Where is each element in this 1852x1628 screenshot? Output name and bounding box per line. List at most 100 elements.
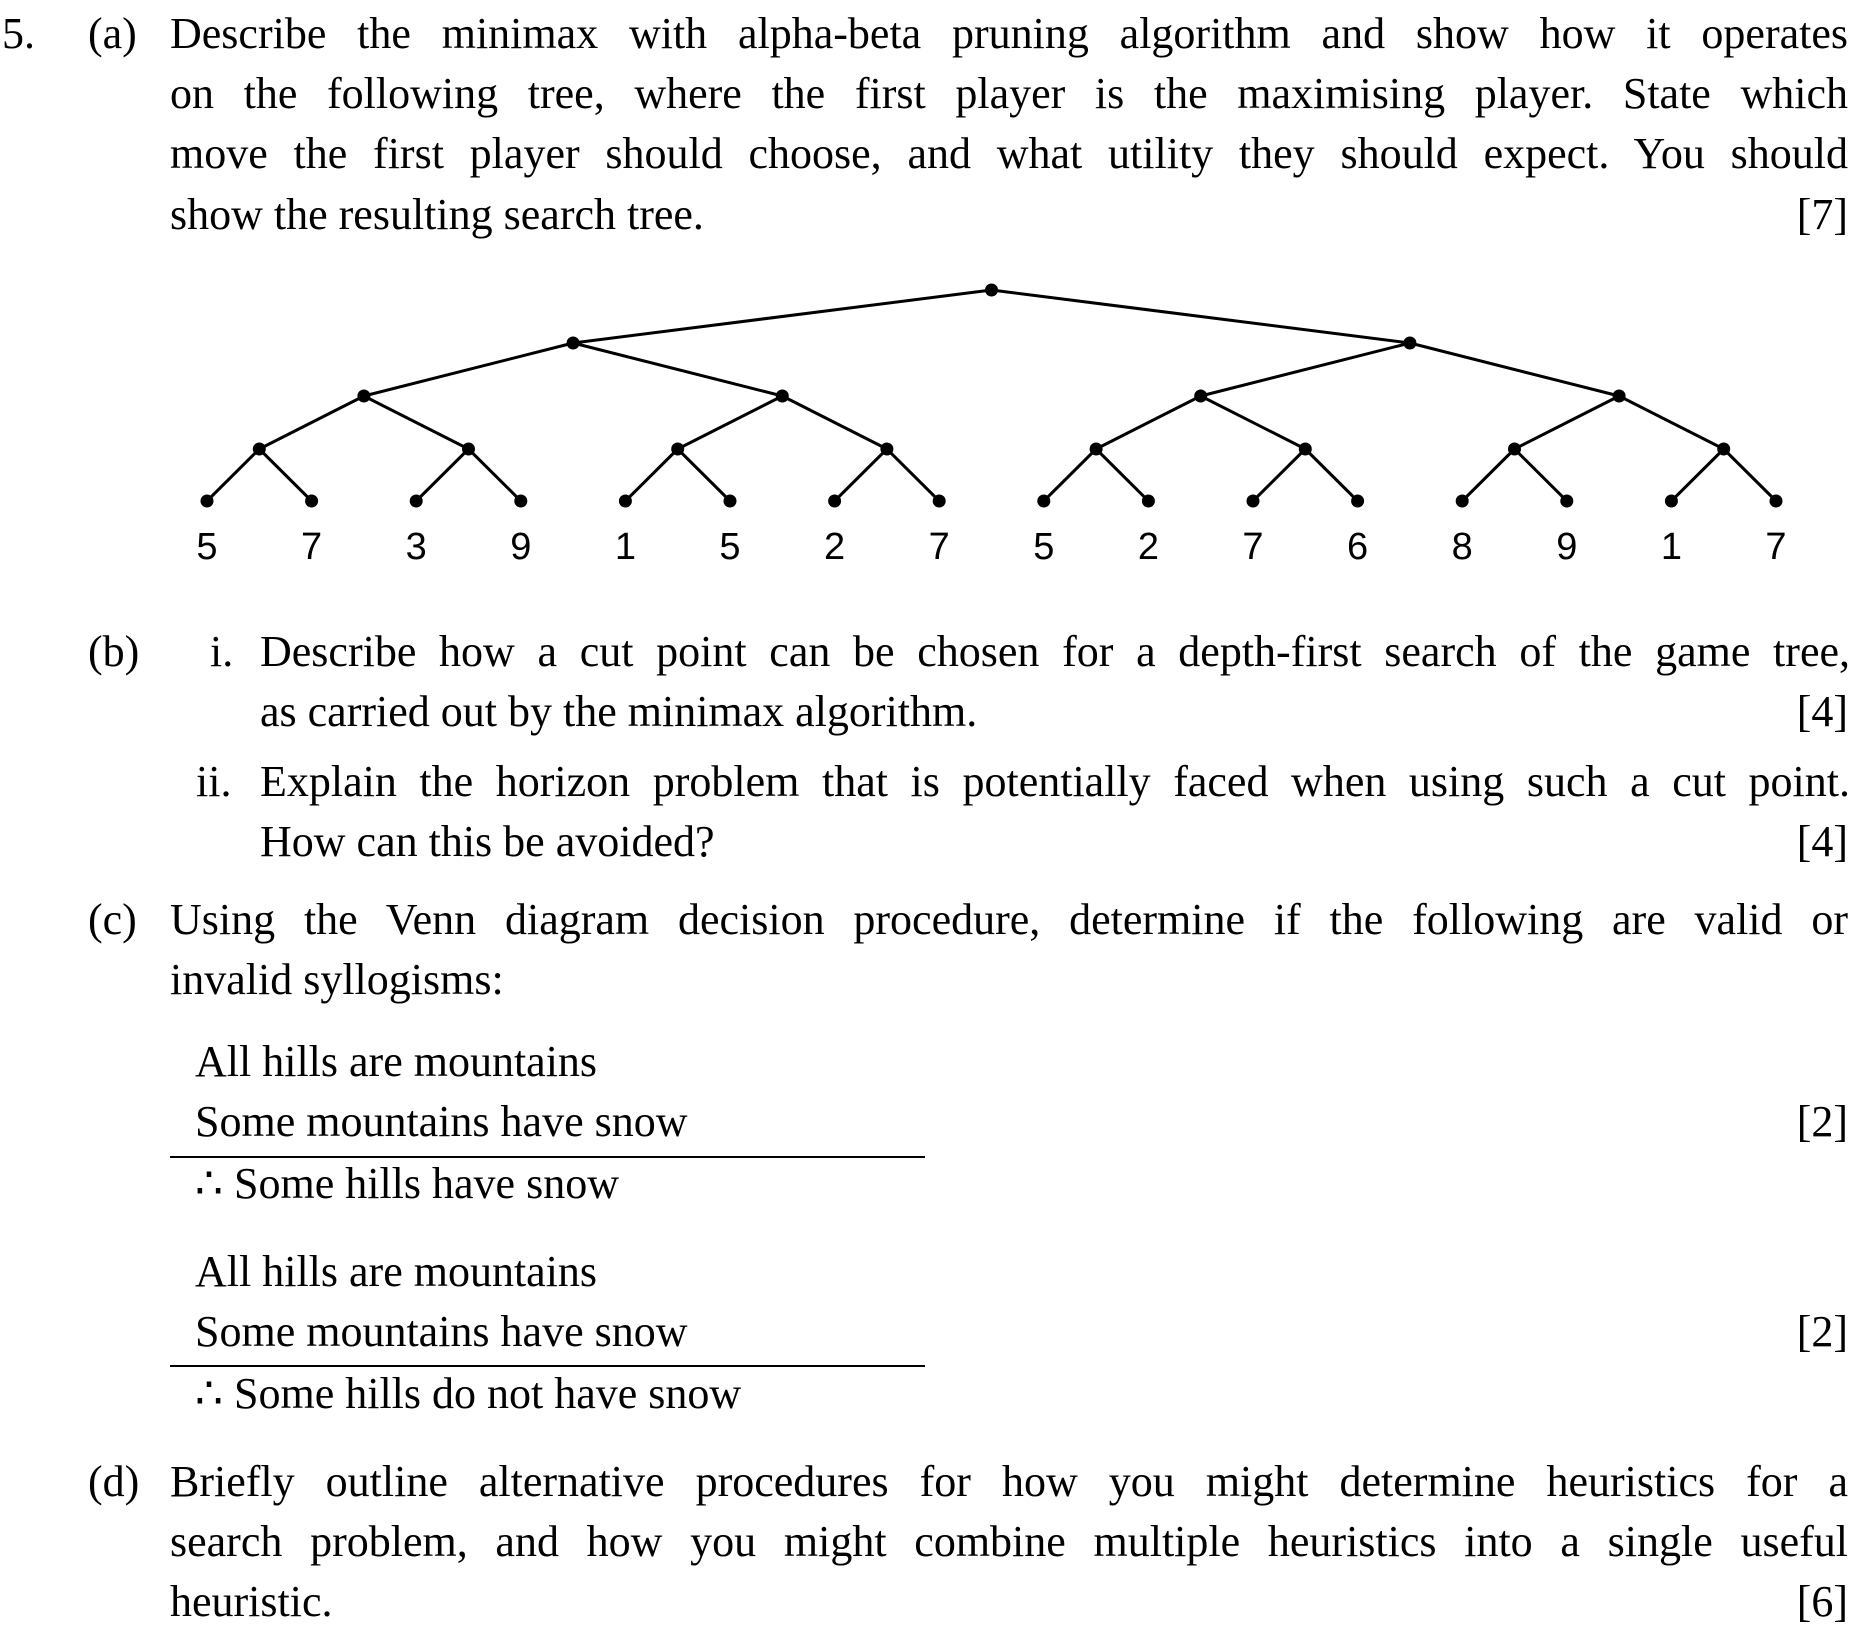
tree-edge xyxy=(572,341,783,398)
part-a-line: on the following tree, where the first p… xyxy=(170,69,1848,118)
part-c-line: Using the Venn diagram decision procedur… xyxy=(170,895,1848,944)
part-b-ii-line: How can this be avoided? xyxy=(260,817,715,866)
tree-leaf-node xyxy=(1246,494,1260,508)
syllogism-2-premise-2: Some mountains have snow xyxy=(195,1307,688,1356)
part-a-marks: [7] xyxy=(1796,190,1848,239)
tree-leaf-node xyxy=(200,494,214,508)
part-c-line: invalid syllogisms: xyxy=(170,955,504,1004)
tree-node xyxy=(1089,442,1103,456)
tree-leaf-node xyxy=(1664,494,1678,508)
part-d-line: Briefly outline alternative procedures f… xyxy=(170,1457,1848,1506)
part-a-line: move the first player should choose, and… xyxy=(170,129,1848,178)
leaf-utility-label: 7 xyxy=(301,526,322,568)
part-b-i-marks: [4] xyxy=(1796,687,1848,736)
tree-node xyxy=(775,389,789,403)
leaf-utility-label: 5 xyxy=(1033,526,1054,568)
tree-edge xyxy=(258,447,313,503)
tree-node xyxy=(1403,336,1417,350)
tree-node xyxy=(1298,442,1312,456)
tree-leaf-node xyxy=(1560,494,1574,508)
tree-edge xyxy=(1409,341,1620,398)
tree-edge xyxy=(1200,394,1306,451)
syllogism-2-premise-1: All hills are mountains xyxy=(195,1247,598,1296)
tree-edge xyxy=(1618,394,1725,451)
part-a-line: show the resulting search tree. xyxy=(170,190,704,239)
tree-leaf-node xyxy=(1141,494,1155,508)
tree-edge xyxy=(1722,447,1778,503)
tree-edge xyxy=(1042,447,1098,503)
part-b-ii-line: Explain the horizon problem that is pote… xyxy=(260,757,1850,806)
tree-edge xyxy=(677,394,783,451)
tree-node xyxy=(357,389,371,403)
leaf-utility-label: 6 xyxy=(1347,526,1368,568)
tree-edge xyxy=(572,288,992,345)
part-b-ii-marks: [4] xyxy=(1796,817,1848,866)
part-c-label: (c) xyxy=(88,895,137,944)
leaf-utility-label: 7 xyxy=(1765,526,1786,568)
tree-edge xyxy=(467,447,522,503)
tree-node xyxy=(566,336,580,350)
syllogism-1-premise-2: Some mountains have snow xyxy=(195,1097,688,1146)
tree-leaf-node xyxy=(1037,494,1051,508)
tree-leaf-node xyxy=(514,494,528,508)
tree-edge xyxy=(1513,394,1620,451)
tree-edge xyxy=(1670,447,1725,503)
part-b-label: (b) xyxy=(88,627,140,676)
tree-leaf-node xyxy=(305,494,319,508)
leaf-utility-label: 2 xyxy=(1138,526,1159,568)
part-b-i-line: as carried out by the minimax algorithm. xyxy=(260,687,978,736)
tree-node xyxy=(1194,389,1208,403)
tree-edge xyxy=(1513,447,1568,503)
tree-edge xyxy=(258,394,365,451)
tree-edge xyxy=(833,447,888,503)
part-b-ii-label: ii. xyxy=(196,757,232,806)
leaf-utility-label: 9 xyxy=(510,526,531,568)
tree-edge xyxy=(624,447,679,503)
tree-node xyxy=(462,442,475,456)
tree-edge xyxy=(1251,447,1307,503)
tree-node xyxy=(1717,442,1731,456)
tree-leaf-node xyxy=(723,494,737,508)
tree-edge xyxy=(1200,341,1411,398)
tree-node xyxy=(1508,442,1521,456)
game-tree-diagram: 5739152752768917 xyxy=(196,283,1787,568)
syllogism-2-marks: [2] xyxy=(1796,1307,1848,1356)
leaf-utility-label: 7 xyxy=(1242,526,1263,568)
part-b-i-line: Describe how a cut point can be chosen f… xyxy=(260,627,1850,676)
part-a-line: Describe the minimax with alpha-beta pru… xyxy=(170,9,1848,58)
tree-leaf-node xyxy=(618,494,632,508)
tree-edge xyxy=(991,288,1411,345)
part-a-label: (a) xyxy=(88,9,137,58)
tree-leaf-node xyxy=(1769,494,1783,508)
leaf-utility-label: 5 xyxy=(196,526,217,568)
tree-leaf-node xyxy=(1455,494,1469,508)
tree-edge xyxy=(415,447,470,503)
tree-node xyxy=(880,442,894,456)
leaf-utility-label: 5 xyxy=(719,526,740,568)
question-number: 5. xyxy=(2,9,35,58)
leaf-utility-label: 2 xyxy=(824,526,845,568)
tree-edge xyxy=(1461,447,1516,503)
tree-edge xyxy=(363,341,574,398)
tree-leaf-node xyxy=(1351,494,1365,508)
leaf-utility-label: 3 xyxy=(406,526,427,568)
syllogism-2-conclusion: ∴ Some hills do not have snow xyxy=(195,1369,742,1418)
tree-edge xyxy=(1095,447,1150,503)
syllogism-1-marks: [2] xyxy=(1796,1097,1848,1146)
part-d-line: heuristic. xyxy=(170,1577,333,1626)
syllogism-1-conclusion: ∴ Some hills have snow xyxy=(195,1159,619,1208)
leaf-utility-label: 8 xyxy=(1452,526,1473,568)
tree-leaf-node xyxy=(409,494,423,508)
syllogism-1-premise-1: All hills are mountains xyxy=(195,1037,598,1086)
syllogism-2-rule xyxy=(170,1365,925,1367)
tree-edge xyxy=(1304,447,1359,503)
tree-node xyxy=(252,442,266,456)
leaf-utility-label: 9 xyxy=(1556,526,1577,568)
tree-node xyxy=(1612,389,1626,403)
leaf-utility-label: 7 xyxy=(929,526,950,568)
leaf-utility-label: 1 xyxy=(615,526,636,568)
tree-node xyxy=(671,442,685,456)
tree-leaf-node xyxy=(932,494,946,508)
part-d-label: (d) xyxy=(88,1457,140,1506)
part-d-line: search problem, and how you might combin… xyxy=(170,1517,1848,1566)
